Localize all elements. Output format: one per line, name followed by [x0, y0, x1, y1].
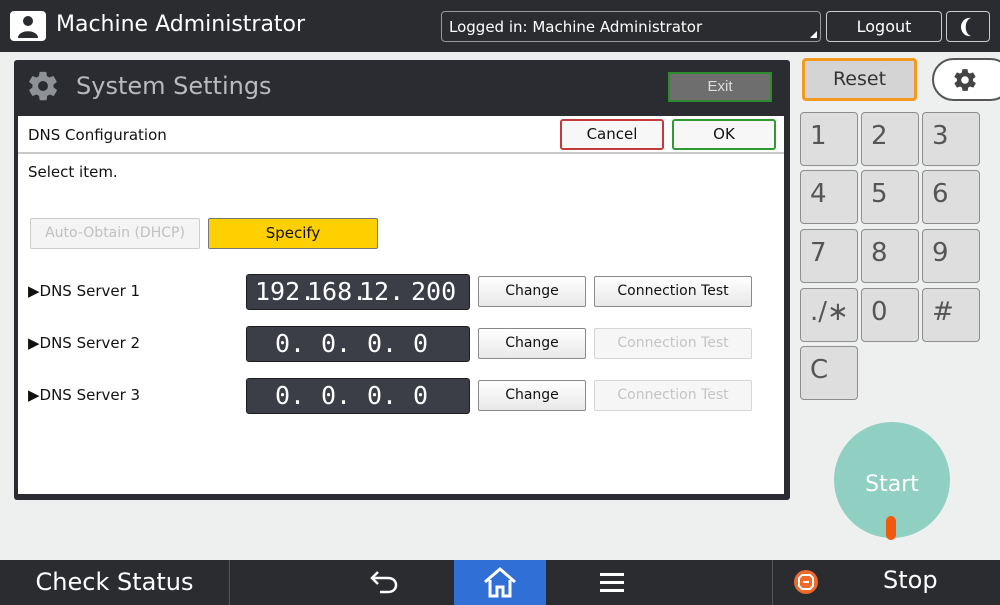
- bottom-bar: Check Status Stop: [0, 560, 1000, 605]
- ip-octet: 0.: [321, 381, 352, 410]
- home-icon: [484, 567, 516, 598]
- expand-corner-icon: [810, 31, 817, 38]
- login-status-field[interactable]: Logged in: Machine Administrator: [441, 11, 821, 42]
- system-settings-window: System Settings Exit DNS Configuration C…: [14, 60, 790, 500]
- key-7[interactable]: 7: [800, 229, 858, 283]
- moon-icon: [961, 17, 971, 37]
- dns-server-1-change-button[interactable]: Change: [478, 276, 586, 307]
- key-1[interactable]: 1: [800, 112, 858, 166]
- back-arrow-icon: [370, 571, 398, 594]
- dns-server-3-label: ▶DNS Server 3: [28, 386, 141, 404]
- home-button[interactable]: [454, 560, 546, 605]
- dns-server-3-row: ▶DNS Server 3 0. 0. 0. 0 Change Connecti…: [18, 378, 784, 414]
- dns-server-2-change-button[interactable]: Change: [478, 328, 586, 359]
- menu-icon: [600, 573, 624, 592]
- key-0[interactable]: 0: [861, 288, 919, 342]
- key-5[interactable]: 5: [861, 170, 919, 224]
- cancel-button[interactable]: Cancel: [560, 119, 664, 150]
- logout-button[interactable]: Logout: [826, 11, 942, 42]
- key-8[interactable]: 8: [861, 229, 919, 283]
- system-settings-header: System Settings Exit: [14, 60, 790, 110]
- gear-icon: [954, 69, 976, 91]
- display-mode-button[interactable]: [946, 11, 990, 42]
- dns-server-2-label: ▶DNS Server 2: [28, 334, 141, 352]
- dns-configuration-panel: DNS Configuration Cancel OK Select item.…: [18, 116, 784, 494]
- ip-octet: 0: [413, 381, 429, 410]
- dns-server-3-change-button[interactable]: Change: [478, 380, 586, 411]
- select-item-prompt: Select item.: [28, 163, 118, 181]
- ip-octet: 0: [413, 329, 429, 358]
- key-2[interactable]: 2: [861, 112, 919, 166]
- dns-server-2-connection-test-button: Connection Test: [594, 328, 752, 359]
- dns-server-1-address: 192. 168. 12. 200: [246, 274, 470, 310]
- top-bar: Machine Administrator Logged in: Machine…: [0, 0, 1000, 52]
- stop-label: Stop: [883, 566, 938, 594]
- stop-button[interactable]: Stop: [772, 560, 1000, 605]
- dns-server-2-row: ▶DNS Server 2 0. 0. 0. 0 Change Connecti…: [18, 326, 784, 362]
- ip-octet: 200: [411, 277, 457, 306]
- ip-octet: 0.: [275, 381, 306, 410]
- auto-obtain-dhcp-button[interactable]: Auto-Obtain (DHCP): [30, 218, 200, 249]
- dns-config-title: DNS Configuration: [28, 126, 167, 144]
- exit-button[interactable]: Exit: [668, 72, 772, 102]
- key-9[interactable]: 9: [922, 229, 980, 283]
- ok-button[interactable]: OK: [672, 119, 776, 150]
- check-status-button[interactable]: Check Status: [0, 560, 230, 605]
- dns-server-2-address: 0. 0. 0. 0: [246, 326, 470, 362]
- key-hash[interactable]: #: [922, 288, 980, 342]
- reset-button[interactable]: Reset: [802, 58, 917, 101]
- key-dot-star[interactable]: ./∗: [800, 288, 858, 342]
- dns-server-1-connection-test-button[interactable]: Connection Test: [594, 276, 752, 307]
- ip-octet: 0.: [275, 329, 306, 358]
- dns-config-header: DNS Configuration Cancel OK: [18, 116, 784, 154]
- system-settings-title: System Settings: [76, 72, 272, 100]
- dns-server-3-connection-test-button: Connection Test: [594, 380, 752, 411]
- specify-button[interactable]: Specify: [208, 218, 378, 249]
- key-clear[interactable]: C: [800, 346, 858, 400]
- ip-octet: 0.: [367, 381, 398, 410]
- menu-button[interactable]: [580, 560, 644, 605]
- ip-octet: 0.: [321, 329, 352, 358]
- dns-server-1-label: ▶DNS Server 1: [28, 282, 141, 300]
- start-indicator-light: [886, 516, 896, 540]
- key-6[interactable]: 6: [922, 170, 980, 224]
- dns-server-3-address: 0. 0. 0. 0: [246, 378, 470, 414]
- back-button[interactable]: [352, 560, 416, 605]
- dns-server-1-row: ▶DNS Server 1 192. 168. 12. 200 Change C…: [18, 274, 784, 310]
- settings-button[interactable]: [932, 58, 1000, 101]
- user-title: Machine Administrator: [56, 12, 306, 37]
- ip-octet: 0.: [367, 329, 398, 358]
- gear-icon: [29, 71, 57, 101]
- key-3[interactable]: 3: [922, 112, 980, 166]
- login-status-text: Logged in: Machine Administrator: [449, 18, 703, 36]
- user-icon: [10, 11, 46, 41]
- key-4[interactable]: 4: [800, 170, 858, 224]
- ip-octet: 12.: [359, 277, 405, 306]
- stop-icon: [794, 570, 818, 594]
